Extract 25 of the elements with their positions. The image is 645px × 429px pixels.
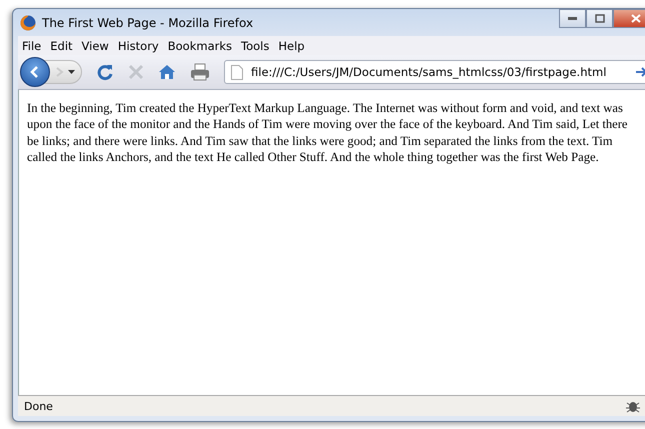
dropdown-arrow-icon[interactable]	[68, 70, 75, 74]
home-icon[interactable]	[158, 64, 176, 80]
menu-item[interactable]: File	[18, 38, 46, 52]
bug-icon	[625, 399, 641, 413]
menu-item[interactable]: History	[114, 38, 163, 52]
back-button[interactable]	[20, 57, 50, 87]
minimize-button[interactable]	[559, 9, 586, 28]
address-field[interactable]: file:///C:/Users/JM/Documents/sams_htmlcss/03/firstpage.html	[224, 60, 645, 84]
window-title: The First Web Page - Mozilla Firefox	[42, 16, 254, 30]
menu-item[interactable]: Edit	[46, 38, 77, 52]
printer-icon[interactable]	[190, 63, 210, 81]
reload-icon[interactable]	[96, 63, 114, 81]
maximize-button[interactable]	[586, 9, 613, 28]
globe-icon	[20, 14, 36, 30]
maximize-icon	[594, 14, 604, 23]
page-icon	[231, 64, 243, 80]
menu-item[interactable]: Tools	[237, 38, 274, 52]
menu-item[interactable]: View	[78, 38, 113, 52]
go-arrow-icon[interactable]	[636, 67, 645, 77]
menu-item[interactable]: Bookmarks	[164, 38, 236, 52]
page-paragraph: In the beginning, Tim created the HyperText Markup Language. The Internet was without form and void, and text was upon the face of the monitor and the Hands of Tim were moving over the face of the keyboard. And Tim said, Let there be links; and there were links. And Tim saw that the links were good; and Tim separated the links from the text. Tim called the links Anchors, and the text He called Other Stuff. And the whole thing together was the first Web Page.	[27, 100, 629, 166]
close-icon	[631, 14, 641, 23]
menu-item[interactable]: Help	[274, 38, 309, 52]
status-text: Done	[24, 400, 53, 412]
minimize-icon	[568, 17, 577, 20]
